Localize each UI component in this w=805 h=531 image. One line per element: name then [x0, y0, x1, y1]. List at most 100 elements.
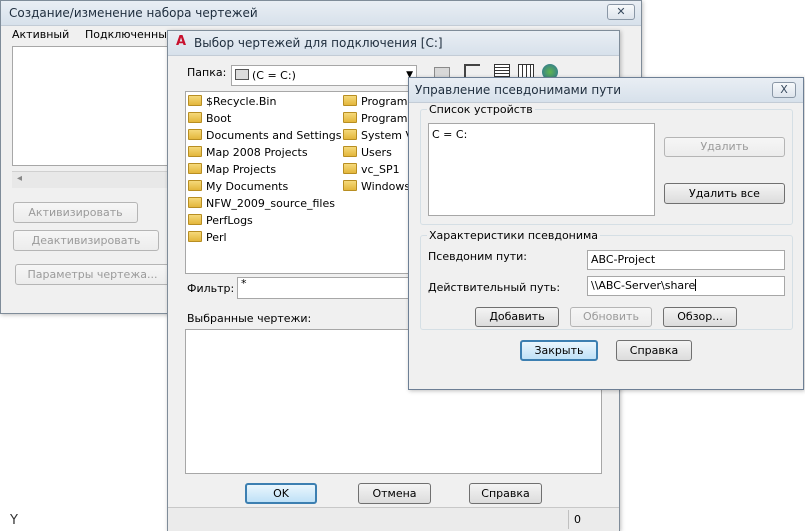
browse-button[interactable]: Обзор...: [663, 307, 737, 327]
folder-icon: [188, 129, 202, 140]
status-count: 0: [574, 513, 581, 526]
filter-label: Фильтр:: [187, 282, 235, 295]
title-bar[interactable]: A Выбор чертежей для подключения [C:]: [168, 31, 619, 56]
folder-label: Папка:: [187, 66, 227, 79]
folder-icon: [343, 112, 357, 123]
folder-icon: [188, 180, 202, 191]
folder-name: Perl: [206, 231, 227, 244]
window-title: Выбор чертежей для подключения [C:]: [194, 36, 443, 50]
delete-all-button[interactable]: Удалить все: [664, 183, 785, 204]
window-title: Управление псевдонимами пути: [415, 83, 622, 97]
folder-list-item[interactable]: $Recycle.Bin: [188, 94, 276, 110]
drawing-params-label: Параметры чертежа...: [27, 268, 158, 281]
folder-icon: [188, 95, 202, 106]
add-button[interactable]: Добавить: [475, 307, 559, 327]
folder-dropdown[interactable]: (C = C:) ▼: [231, 65, 417, 86]
delete-all-label: Удалить все: [689, 187, 760, 200]
cancel-label: Отмена: [372, 487, 417, 500]
text-cursor-icon: Y: [10, 513, 18, 528]
close-dialog-button[interactable]: Закрыть: [520, 340, 598, 361]
close-dialog-label: Закрыть: [534, 344, 584, 357]
help-button[interactable]: Справка: [469, 483, 542, 504]
drawing-set-list[interactable]: [12, 46, 170, 166]
path-alias-manager-window: Управление псевдонимами пути X Список ус…: [408, 77, 804, 390]
folder-icon: [188, 197, 202, 208]
devices-group-label: Список устройств: [427, 103, 535, 116]
folder-icon: [343, 163, 357, 174]
folder-list-item[interactable]: Boot: [188, 111, 231, 127]
close-icon: ✕: [616, 5, 626, 18]
cancel-button[interactable]: Отмена: [358, 483, 431, 504]
folder-name: Map 2008 Projects: [206, 146, 308, 159]
close-button[interactable]: ✕: [607, 4, 635, 20]
folder-list-item[interactable]: NFW_2009_source_files: [188, 196, 335, 212]
help-label: Справка: [629, 344, 679, 357]
folder-list-item[interactable]: Map Projects: [188, 162, 276, 178]
folder-icon: [343, 180, 357, 191]
delete-button[interactable]: Удалить: [664, 137, 785, 157]
folder-list-item[interactable]: My Documents: [188, 179, 288, 195]
folder-icon: [343, 146, 357, 157]
folder-list-item[interactable]: Map 2008 Projects: [188, 145, 308, 161]
device-list-item[interactable]: C = C:: [432, 128, 467, 141]
status-bar: 0: [168, 507, 619, 531]
folder-list[interactable]: $Recycle.Bin Boot Documents and Settings Ma…: [185, 91, 428, 274]
window-title: Создание/изменение набора чертежей: [9, 6, 258, 20]
folder-dropdown-value: (C = C:): [252, 69, 296, 82]
folder-name: Documents and Settings: [206, 129, 342, 142]
ok-button[interactable]: OK: [245, 483, 317, 504]
folder-icon: [188, 231, 202, 242]
drawing-params-button[interactable]: Параметры чертежа...: [15, 264, 170, 285]
drive-icon: [235, 69, 249, 80]
alias-name-input[interactable]: ABC-Project: [587, 250, 785, 270]
folder-icon: [188, 214, 202, 225]
alias-name-value: ABC-Project: [591, 253, 656, 266]
filter-input[interactable]: *: [237, 277, 412, 299]
horizontal-scrollbar[interactable]: ◂: [12, 171, 170, 188]
folder-name: PerfLogs: [206, 214, 253, 227]
folder-name: $Recycle.Bin: [206, 95, 277, 108]
folder-icon: [188, 163, 202, 174]
folder-list-item[interactable]: Program F: [343, 94, 417, 110]
selected-drawings-label: Выбранные чертежи:: [187, 312, 312, 325]
real-path-input[interactable]: \\ABC-Server\share: [587, 276, 785, 296]
delete-label: Удалить: [700, 140, 749, 153]
folder-list-item[interactable]: vc_SP1: [343, 162, 400, 178]
filter-value: *: [241, 277, 247, 290]
help-label: Справка: [481, 487, 530, 500]
device-list[interactable]: C = C:: [428, 123, 655, 216]
folder-name: Users: [361, 146, 392, 159]
help-button[interactable]: Справка: [616, 340, 692, 361]
folder-name: Windows: [361, 180, 411, 193]
column-header-active[interactable]: Активный: [12, 28, 69, 41]
deactivate-button[interactable]: Деактивизировать: [13, 230, 159, 251]
activate-button[interactable]: Активизировать: [13, 202, 138, 223]
folder-name: Map Projects: [206, 163, 277, 176]
folder-icon: [343, 95, 357, 106]
folder-name: NFW_2009_source_files: [206, 197, 335, 210]
folder-icon: [188, 146, 202, 157]
title-bar[interactable]: Создание/изменение набора чертежей ✕: [1, 1, 641, 26]
close-icon: X: [780, 83, 788, 96]
scroll-left-icon[interactable]: ◂: [17, 173, 22, 184]
folder-list-item[interactable]: PerfLogs: [188, 213, 253, 229]
activate-label: Активизировать: [28, 206, 123, 219]
folder-list-item[interactable]: Users: [343, 145, 392, 161]
text-caret: [695, 279, 697, 291]
add-label: Добавить: [489, 310, 545, 323]
folder-icon: [188, 112, 202, 123]
deactivate-label: Деактивизировать: [31, 234, 141, 247]
folder-name: Boot: [206, 112, 232, 125]
ok-label: OK: [273, 487, 289, 500]
folder-list-item[interactable]: Windows: [343, 179, 410, 195]
update-button[interactable]: Обновить: [570, 307, 652, 327]
folder-name: My Documents: [206, 180, 289, 193]
title-bar[interactable]: Управление псевдонимами пути X: [409, 78, 803, 103]
folder-list-item[interactable]: Perl: [188, 230, 227, 246]
folder-name: vc_SP1: [361, 163, 400, 176]
folder-list-item[interactable]: Documents and Settings: [188, 128, 342, 144]
browse-label: Обзор...: [677, 310, 723, 323]
real-path-label: Действительный путь:: [428, 281, 561, 294]
close-button[interactable]: X: [772, 82, 796, 98]
alias-name-label: Псевдоним пути:: [428, 250, 528, 263]
